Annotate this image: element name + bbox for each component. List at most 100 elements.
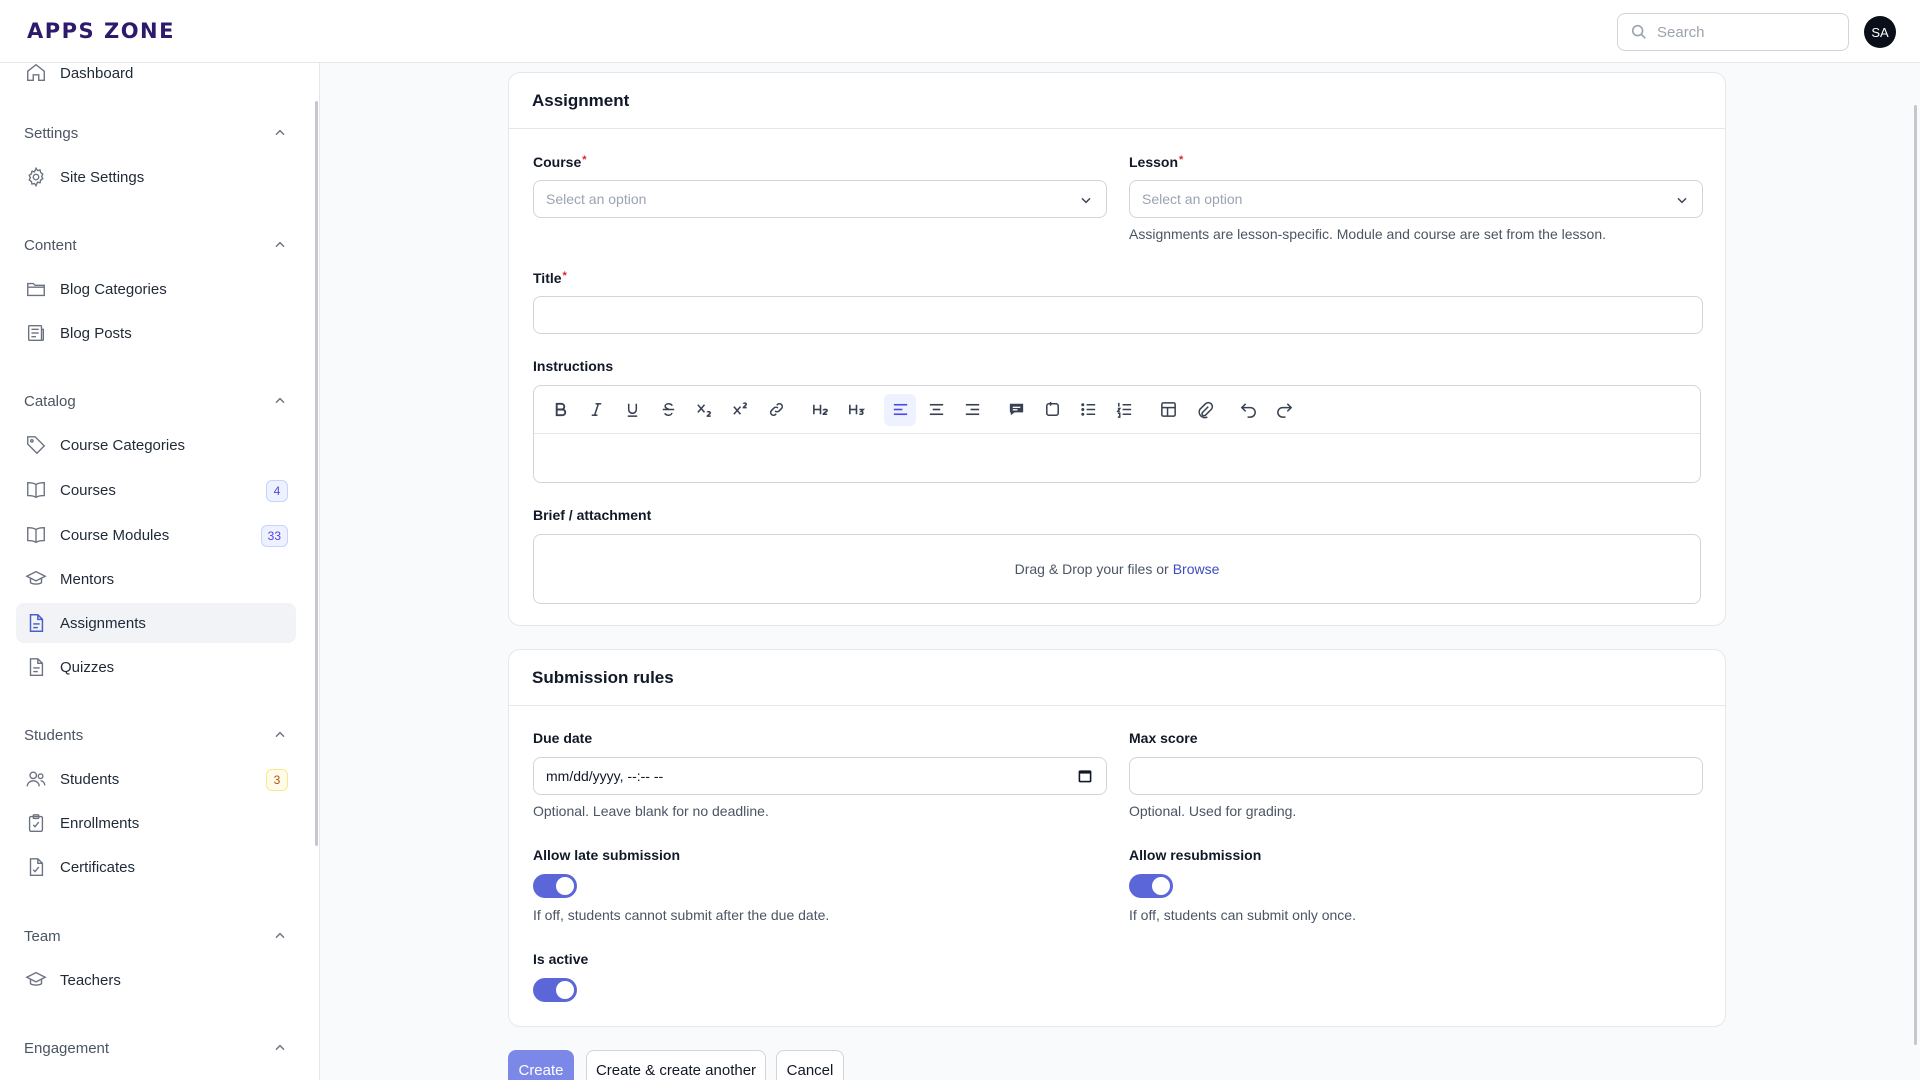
chevron-up-icon — [275, 932, 285, 939]
browse-link[interactable]: Browse — [1173, 561, 1220, 577]
search-box[interactable] — [1617, 13, 1849, 51]
due-date-input[interactable]: mm/dd/yyyy, --:-- -- — [533, 757, 1107, 795]
sidebar-item-course-categories[interactable]: Course Categories — [16, 425, 296, 465]
align-center-button[interactable] — [920, 394, 952, 426]
heading3-button[interactable] — [840, 394, 872, 426]
sidebar-item-mentors[interactable]: Mentors — [16, 559, 296, 599]
blockquote-button[interactable] — [1000, 394, 1032, 426]
create-button[interactable]: Create — [508, 1050, 574, 1080]
heading2-button[interactable] — [804, 394, 836, 426]
ordered-list-button[interactable] — [1108, 394, 1140, 426]
late-submission-toggle[interactable] — [533, 874, 577, 898]
code-block-button[interactable] — [1036, 394, 1068, 426]
underline-button[interactable] — [616, 394, 648, 426]
strikethrough-button[interactable] — [652, 394, 684, 426]
lesson-select[interactable]: Select an option — [1129, 180, 1703, 218]
academic-cap-icon — [25, 969, 47, 991]
is-active-label: Is active — [533, 951, 589, 967]
group-label: Engagement — [24, 1039, 110, 1057]
late-submission-help: If off, students cannot submit after the… — [533, 907, 830, 923]
search-icon — [1631, 24, 1646, 39]
sidebar-item-label: Teachers — [60, 971, 121, 989]
align-right-button[interactable] — [956, 394, 988, 426]
align-center-icon — [929, 403, 943, 416]
chevron-up-icon — [275, 1044, 285, 1051]
sidebar-item-label: Assignments — [60, 614, 146, 632]
resubmission-label: Allow resubmission — [1129, 847, 1262, 863]
search-input[interactable] — [1657, 23, 1837, 41]
table-icon — [1160, 402, 1176, 417]
max-score-input[interactable] — [1129, 757, 1703, 795]
due-date-help: Optional. Leave blank for no deadline. — [533, 803, 769, 819]
superscript-button[interactable] — [724, 394, 756, 426]
redo-button[interactable] — [1268, 394, 1300, 426]
sidebar-scrollbar[interactable] — [315, 101, 318, 846]
italic-button[interactable] — [580, 394, 612, 426]
editor-toolbar — [534, 386, 1700, 434]
undo-button[interactable] — [1232, 394, 1264, 426]
app-logo[interactable]: APPS ZONE — [27, 19, 175, 43]
align-left-button[interactable] — [884, 393, 916, 426]
link-button[interactable] — [760, 394, 792, 426]
heading3-icon — [848, 404, 865, 416]
sidebar-item-teachers[interactable]: Engagement Teachers — [16, 960, 296, 1000]
bullet-list-icon — [1080, 403, 1095, 416]
resubmission-toggle[interactable] — [1129, 874, 1173, 898]
sidebar-item-course-modules[interactable]: Course Modules 33 — [16, 515, 296, 555]
sidebar-item-site-settings[interactable]: Site Settings — [16, 157, 296, 197]
title-input[interactable] — [533, 296, 1703, 334]
section-heading: Submission rules — [509, 650, 1725, 706]
sidebar-item-label: Mentors — [60, 570, 115, 588]
file-dropzone[interactable]: Drag & Drop your files or Browse — [533, 534, 1701, 604]
sidebar-item-courses[interactable]: Courses 4 — [16, 470, 296, 510]
sidebar-group-catalog[interactable]: Catalog — [24, 390, 285, 412]
create-another-button[interactable]: Create & create another — [586, 1050, 766, 1080]
course-select[interactable]: Select an option — [533, 180, 1107, 218]
sidebar-item-label: Courses — [60, 481, 116, 499]
title-label: Title* — [533, 270, 567, 286]
sidebar-item-blog-posts[interactable]: Blog Posts — [16, 313, 296, 353]
sidebar-group-students[interactable]: Students — [24, 724, 285, 746]
superscript-icon — [732, 402, 747, 415]
instructions-editor[interactable] — [533, 385, 1701, 483]
due-date-label: Due date — [533, 730, 593, 746]
course-placeholder: Select an option — [546, 191, 647, 207]
section-heading: Assignment — [509, 73, 1725, 129]
course-label: Course* — [533, 154, 587, 170]
code-block-icon — [1045, 401, 1059, 416]
home-icon — [25, 63, 47, 84]
chat-bubble-icon — [1009, 403, 1023, 416]
chevron-down-icon — [1081, 197, 1091, 204]
sidebar-item-certificates[interactable]: Certificates — [16, 847, 296, 887]
sidebar-group-team[interactable]: Team — [24, 925, 285, 947]
folder-icon — [25, 278, 47, 300]
instructions-label: Instructions — [533, 358, 614, 374]
sidebar-item-blog-categories[interactable]: Blog Categories — [16, 269, 296, 309]
bullet-list-button[interactable] — [1072, 394, 1104, 426]
sidebar-group-content[interactable]: Content — [24, 234, 285, 256]
sidebar-item-label: Quizzes — [60, 658, 115, 676]
sidebar-item-quizzes[interactable]: Quizzes — [16, 647, 296, 687]
attach-button[interactable] — [1188, 394, 1220, 426]
sidebar-group-engagement[interactable]: Engagement — [24, 1037, 285, 1059]
user-avatar[interactable]: SA — [1864, 16, 1896, 48]
table-button[interactable] — [1152, 394, 1184, 426]
document-icon — [25, 612, 47, 634]
clipboard-check-icon — [25, 812, 47, 834]
paperclip-icon — [1197, 401, 1213, 419]
sidebar-item-enrollments[interactable]: Enrollments — [16, 803, 296, 843]
calendar-icon[interactable] — [1077, 768, 1093, 784]
is-active-toggle[interactable] — [533, 978, 577, 1002]
sidebar-item-dashboard[interactable]: Dashboard — [16, 63, 296, 93]
lesson-help-text: Assignments are lesson-specific. Module … — [1129, 226, 1607, 242]
sidebar-group-settings[interactable]: Settings — [24, 122, 285, 144]
sidebar-item-assignments[interactable]: Assignments — [16, 603, 296, 643]
lesson-placeholder: Select an option — [1142, 191, 1243, 207]
resubmission-help: If off, students can submit only once. — [1129, 907, 1356, 923]
subscript-button[interactable] — [688, 394, 720, 426]
late-submission-label: Allow late submission — [533, 847, 681, 863]
page-scrollbar[interactable] — [1914, 105, 1917, 1045]
bold-button[interactable] — [544, 394, 576, 426]
sidebar-item-students[interactable]: Students 3 — [16, 759, 296, 799]
cancel-button[interactable]: Cancel — [776, 1050, 844, 1080]
